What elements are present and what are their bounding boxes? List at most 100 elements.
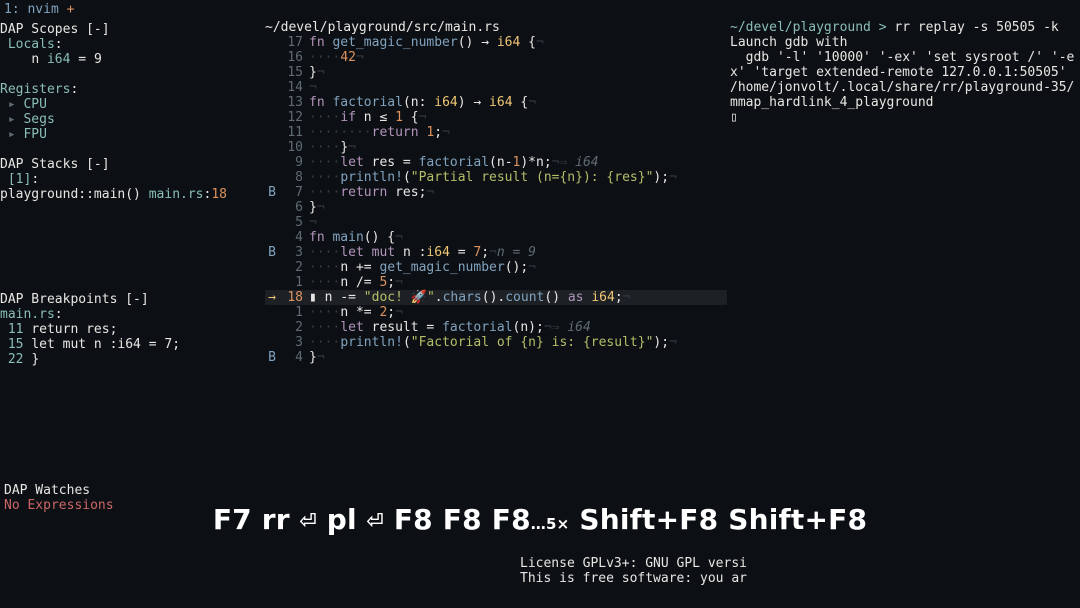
code-line[interactable]: 10····}¬ — [265, 140, 727, 155]
code-line[interactable]: 5¬ — [265, 215, 727, 230]
code-line[interactable]: 8····println!("Partial result (n={n}): {… — [265, 170, 727, 185]
line-number: 4 — [279, 230, 303, 245]
tab-modified-icon: + — [67, 2, 75, 17]
code-line[interactable]: 3····println!("Factorial of {n} is: {res… — [265, 335, 727, 350]
dap-scopes-header[interactable]: DAP Scopes [-] — [0, 22, 258, 37]
dap-sidebar: DAP Scopes [-] Locals: n i64 = 9 Registe… — [0, 20, 258, 367]
line-number: 3 — [279, 335, 303, 350]
editor-pane[interactable]: ~/devel/playground/src/main.rs 17fn get_… — [265, 20, 727, 365]
tab-name: nvim — [27, 2, 58, 17]
line-number: 9 — [279, 155, 303, 170]
gutter-spacer — [265, 50, 279, 65]
gutter-spacer — [265, 65, 279, 80]
editor-path: ~/devel/playground/src/main.rs — [265, 20, 727, 35]
line-number: 13 — [279, 95, 303, 110]
gutter-spacer — [265, 170, 279, 185]
line-number: 16 — [279, 50, 303, 65]
code-line[interactable]: 15}¬ — [265, 65, 727, 80]
code-line[interactable]: B3····let mut n :i64 = 7;¬n = 9 — [265, 245, 727, 260]
code-line[interactable]: 2····n += get_magic_number();¬ — [265, 260, 727, 275]
code-line[interactable]: B7····return res;¬ — [265, 185, 727, 200]
breakpoint-icon[interactable]: B — [265, 350, 279, 365]
gutter-spacer — [265, 305, 279, 320]
line-number: 6 — [279, 200, 303, 215]
line-number: 15 — [279, 65, 303, 80]
code-line[interactable]: 12····if n ≤ 1 {¬ — [265, 110, 727, 125]
line-number: 17 — [279, 35, 303, 50]
line-number: 2 — [279, 260, 303, 275]
gutter-spacer — [265, 320, 279, 335]
gutter-spacer — [265, 335, 279, 350]
code-line[interactable]: 4fn main() {¬ — [265, 230, 727, 245]
breakpoint-icon[interactable]: B — [265, 245, 279, 260]
terminal-pane[interactable]: ~/devel/playground > rr replay -s 50505 … — [730, 20, 1080, 125]
dap-stacks-header[interactable]: DAP Stacks [-] — [0, 157, 258, 172]
license-text: License GPLv3+: GNU GPL versi This is fr… — [520, 556, 730, 586]
reg-segs[interactable]: ▸ Segs — [0, 112, 258, 127]
return-icon: ⏎ — [367, 503, 384, 536]
dap-watches-empty: No Expressions — [4, 498, 114, 513]
gutter-spacer — [265, 140, 279, 155]
code-line[interactable]: 16····42¬ — [265, 50, 727, 65]
term-cursor: ▯ — [730, 110, 1080, 125]
gutter-spacer — [265, 110, 279, 125]
breakpoint-icon[interactable]: B — [265, 185, 279, 200]
term-out-2: gdb '-l' '10000' '-ex' 'set sysroot /' '… — [730, 50, 1080, 110]
gutter-spacer — [265, 275, 279, 290]
term-out-1: Launch gdb with — [730, 35, 1080, 50]
reg-fpu[interactable]: ▸ FPU — [0, 127, 258, 142]
bp-row-3[interactable]: 22 } — [0, 352, 258, 367]
locals-toggle[interactable]: Locals: — [0, 37, 258, 52]
line-number: 1 — [279, 305, 303, 320]
gutter-spacer — [265, 260, 279, 275]
stack-thread[interactable]: [1]: — [0, 172, 258, 187]
line-number: 7 — [279, 185, 303, 200]
bps-file[interactable]: main.rs: — [0, 307, 258, 322]
exec-arrow-icon[interactable]: → — [265, 290, 279, 305]
gutter-spacer — [265, 155, 279, 170]
code-line[interactable]: 2····let result = factorial(n);¬⇒ i64 — [265, 320, 727, 335]
line-number: 14 — [279, 80, 303, 95]
line-number: 18 — [279, 290, 303, 305]
registers-toggle[interactable]: Registers: — [0, 82, 258, 97]
code-line[interactable]: 11········return 1;¬ — [265, 125, 727, 140]
line-number: 3 — [279, 245, 303, 260]
line-number: 8 — [279, 170, 303, 185]
line-number: 10 — [279, 140, 303, 155]
editor-body[interactable]: 17fn get_magic_number() → i64 {¬ 16····4… — [265, 35, 727, 365]
stack-frame[interactable]: playground::main() main.rs:18 — [0, 187, 258, 202]
code-line[interactable]: 13fn factorial(n: i64) → i64 {¬ — [265, 95, 727, 110]
line-number: 4 — [279, 350, 303, 365]
line-number: 2 — [279, 320, 303, 335]
code-line[interactable]: 14¬ — [265, 80, 727, 95]
gutter-spacer — [265, 80, 279, 95]
dap-watches-header[interactable]: DAP Watches — [4, 483, 90, 498]
code-line[interactable]: →18▮ n -= "doc! 🚀".chars().count() as i6… — [265, 290, 727, 305]
gutter-spacer — [265, 125, 279, 140]
dap-bps-header[interactable]: DAP Breakpoints [-] — [0, 292, 258, 307]
gutter-spacer — [265, 215, 279, 230]
line-number: 1 — [279, 275, 303, 290]
return-icon: ⏎ — [300, 503, 317, 536]
code-line[interactable]: 6}¬ — [265, 200, 727, 215]
code-line[interactable]: 1····n ∕= 5;¬ — [265, 275, 727, 290]
gutter-spacer — [265, 230, 279, 245]
reg-cpu[interactable]: ▸ CPU — [0, 97, 258, 112]
line-number: 12 — [279, 110, 303, 125]
tabline[interactable]: 1: nvim + — [4, 2, 74, 17]
code-line[interactable]: 1····n *= 2;¬ — [265, 305, 727, 320]
code-line[interactable]: 17fn get_magic_number() → i64 {¬ — [265, 35, 727, 50]
line-number: 11 — [279, 125, 303, 140]
code-line[interactable]: 9····let res = factorial(n-1)*n;¬⇒ i64 — [265, 155, 727, 170]
gutter-spacer — [265, 95, 279, 110]
key-sequence-overlay: F7 rr ⏎ pl ⏎ F8 F8 F8…5× Shift+F8 Shift+… — [0, 512, 1080, 532]
locals-label: Locals — [8, 37, 55, 52]
code-line[interactable]: B4}¬ — [265, 350, 727, 365]
line-number: 5 — [279, 215, 303, 230]
bp-row-2[interactable]: 15 let mut n :i64 = 7; — [0, 337, 258, 352]
bp-row-1[interactable]: 11 return res; — [0, 322, 258, 337]
terminal-prompt: ~/devel/playground > rr replay -s 50505 … — [730, 20, 1080, 35]
locals-variable[interactable]: n i64 = 9 — [0, 52, 258, 67]
gutter-spacer — [265, 35, 279, 50]
tab-index: 1: — [4, 2, 20, 17]
